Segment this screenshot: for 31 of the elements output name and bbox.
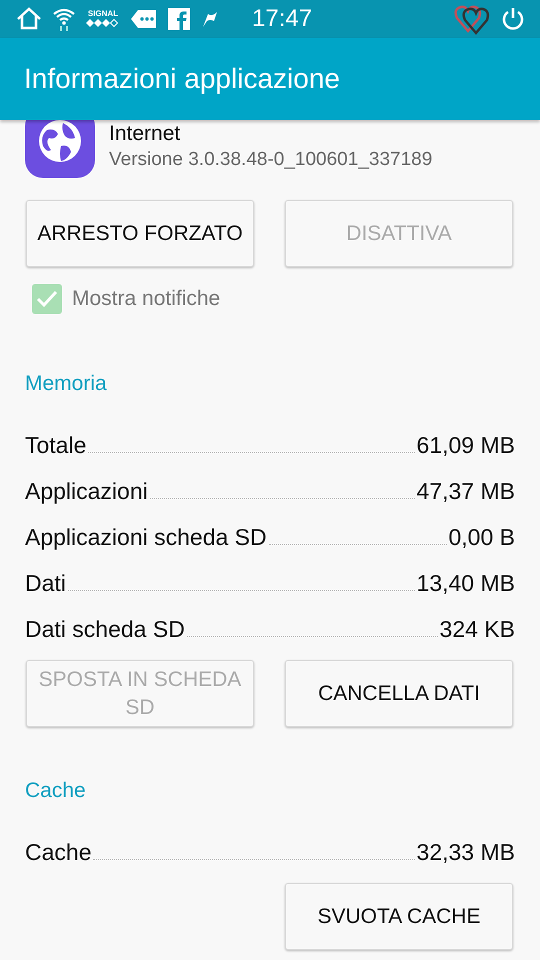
power-icon	[500, 6, 526, 32]
storage-label: Dati	[25, 570, 66, 597]
wifi-icon	[52, 6, 76, 32]
check-icon	[36, 290, 58, 308]
storage-label: Totale	[25, 432, 86, 459]
hearts-icon	[454, 3, 490, 35]
storage-label: Applicazioni	[25, 478, 148, 505]
action-button[interactable]: ARRESTO FORZATO	[26, 200, 254, 267]
message-icon	[130, 8, 158, 30]
signal-label: SIGNAL	[88, 10, 118, 18]
storage-value: 61,09 MB	[416, 432, 515, 459]
storage-value: 32,33 MB	[416, 839, 515, 866]
home-icon	[16, 7, 42, 31]
signal-strength-icon	[86, 18, 120, 28]
screen-title: Informazioni applicazione	[24, 63, 340, 95]
storage-value: 324 KB	[440, 616, 515, 643]
action-button[interactable]: SVUOTA CACHE	[285, 883, 513, 950]
section-title: Cache	[25, 779, 87, 803]
storage-label: Cache	[25, 839, 92, 866]
storage-value: 13,40 MB	[416, 570, 515, 597]
storage-value: 0,00 B	[448, 524, 515, 551]
app-version: Versione 3.0.38.48-0_100601_337189	[109, 149, 432, 171]
storage-label: Applicazioni scheda SD	[25, 524, 267, 551]
action-button[interactable]: CANCELLA DATI	[285, 660, 513, 727]
app-name: Internet	[109, 123, 182, 145]
storage-label: Dati scheda SD	[25, 616, 185, 643]
clock-time: 17:47	[252, 5, 312, 33]
storage-value: 47,37 MB	[416, 478, 515, 505]
social-app-icon	[168, 8, 190, 30]
checkbox-label: Mostra notifiche	[72, 287, 220, 311]
section-title: Memoria	[25, 372, 108, 396]
